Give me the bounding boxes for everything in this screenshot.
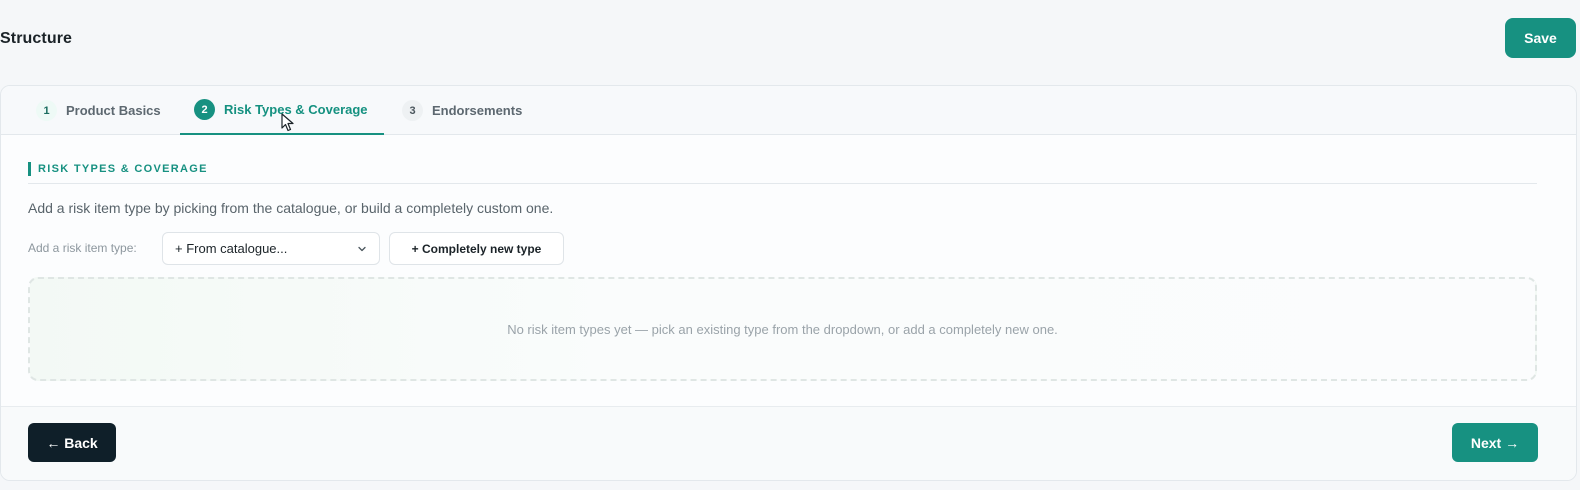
wizard-card: 1 Product Basics 2 Risk Types & Coverage… (0, 85, 1577, 481)
tab-endorsements[interactable]: 3 Endorsements (402, 86, 522, 135)
empty-state-text: No risk item types yet — pick an existin… (507, 321, 1058, 337)
save-button[interactable]: Save (1505, 18, 1576, 58)
step-number: 1 (36, 100, 57, 121)
tab-label: Risk Types & Coverage (224, 102, 368, 117)
add-risk-type-label: Add a risk item type: (28, 241, 137, 255)
completely-new-type-button[interactable]: + Completely new type (389, 232, 564, 265)
section-title: RISK TYPES & COVERAGE (28, 162, 208, 176)
add-risk-type-row: Add a risk item type: + From catalogue..… (28, 232, 628, 265)
step-number: 3 (402, 100, 423, 121)
chevron-down-icon (358, 246, 366, 252)
card-footer: ← Back Next → (1, 406, 1576, 480)
back-button[interactable]: ← Back (28, 423, 116, 462)
mouse-pointer-icon (281, 113, 294, 132)
catalogue-select-value: + From catalogue... (175, 241, 288, 256)
step-number: 2 (194, 99, 215, 120)
section-divider (28, 183, 1537, 184)
section-description: Add a risk item type by picking from the… (28, 200, 554, 216)
tab-label: Endorsements (432, 103, 523, 118)
top-bar: Structure Save (0, 0, 1580, 80)
tab-product-basics[interactable]: 1 Product Basics (36, 86, 161, 135)
tab-label: Product Basics (66, 103, 161, 118)
page-title: Structure (0, 30, 73, 47)
catalogue-select[interactable]: + From catalogue... (162, 232, 380, 265)
next-button[interactable]: Next → (1452, 423, 1538, 462)
step-tabs: 1 Product Basics 2 Risk Types & Coverage… (1, 86, 1576, 135)
empty-state: No risk item types yet — pick an existin… (28, 277, 1537, 381)
